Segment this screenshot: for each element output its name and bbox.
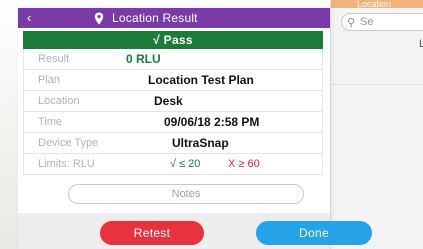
- secondary-search-placeholder: Se: [360, 16, 374, 28]
- page-title: Location Result: [112, 11, 198, 25]
- back-button[interactable]: ‹: [27, 10, 31, 26]
- secondary-header-title: Location: [357, 0, 392, 8]
- result-row: Result 0 RLU: [23, 49, 323, 70]
- location-row: Location Desk: [23, 91, 323, 112]
- device-type-label: Device Type: [38, 137, 99, 149]
- result-label: Result: [38, 53, 70, 65]
- result-value: 0 RLU: [126, 52, 161, 66]
- device-type-value: UltraSnap: [172, 136, 229, 150]
- plan-value: Location Test Plan: [148, 73, 254, 87]
- location-label: Location: [38, 95, 80, 107]
- secondary-search-input[interactable]: ⚲ Se: [341, 13, 423, 31]
- header-title-group: Location Result: [94, 11, 198, 25]
- time-label: Time: [38, 116, 63, 128]
- action-bar: Retest Done: [18, 213, 372, 249]
- limits-label: Limits: RLU: [38, 158, 95, 170]
- plan-label: Plan: [38, 74, 61, 86]
- retest-button[interactable]: Retest: [100, 221, 204, 245]
- secondary-list-text: L: [419, 38, 423, 50]
- location-result-screen: ‹ Location Result √ Pass Result 0 RLU Pl…: [18, 8, 372, 249]
- secondary-divider: [331, 84, 423, 85]
- secondary-screen: Location ⚲ Se L: [330, 0, 423, 249]
- device-type-row: Device Type UltraSnap: [23, 133, 323, 154]
- pass-limit: √ ≤ 20: [170, 158, 201, 170]
- fail-limit: X ≥ 60: [228, 158, 260, 170]
- result-details: √ Pass Result 0 RLU Plan Location Test P…: [23, 31, 323, 175]
- plan-row: Plan Location Test Plan: [23, 70, 323, 91]
- header-bar: ‹ Location Result: [18, 8, 330, 28]
- secondary-header: Location: [331, 0, 423, 8]
- location-pin-icon: [94, 12, 104, 24]
- limits-row: Limits: RLU √ ≤ 20 X ≥ 60: [23, 154, 323, 175]
- time-row: Time 09/06/18 2:58 PM: [23, 112, 323, 133]
- scene: Location ⚲ Se L ‹ Location Result √ Pass: [0, 0, 423, 249]
- time-value: 09/06/18 2:58 PM: [164, 115, 260, 129]
- location-value: Desk: [154, 94, 183, 108]
- back-icon: ‹: [27, 10, 32, 25]
- pass-status-banner: √ Pass: [23, 31, 323, 49]
- done-button[interactable]: Done: [256, 221, 372, 245]
- notes-button[interactable]: Notes: [68, 184, 304, 204]
- search-icon: ⚲: [347, 17, 356, 29]
